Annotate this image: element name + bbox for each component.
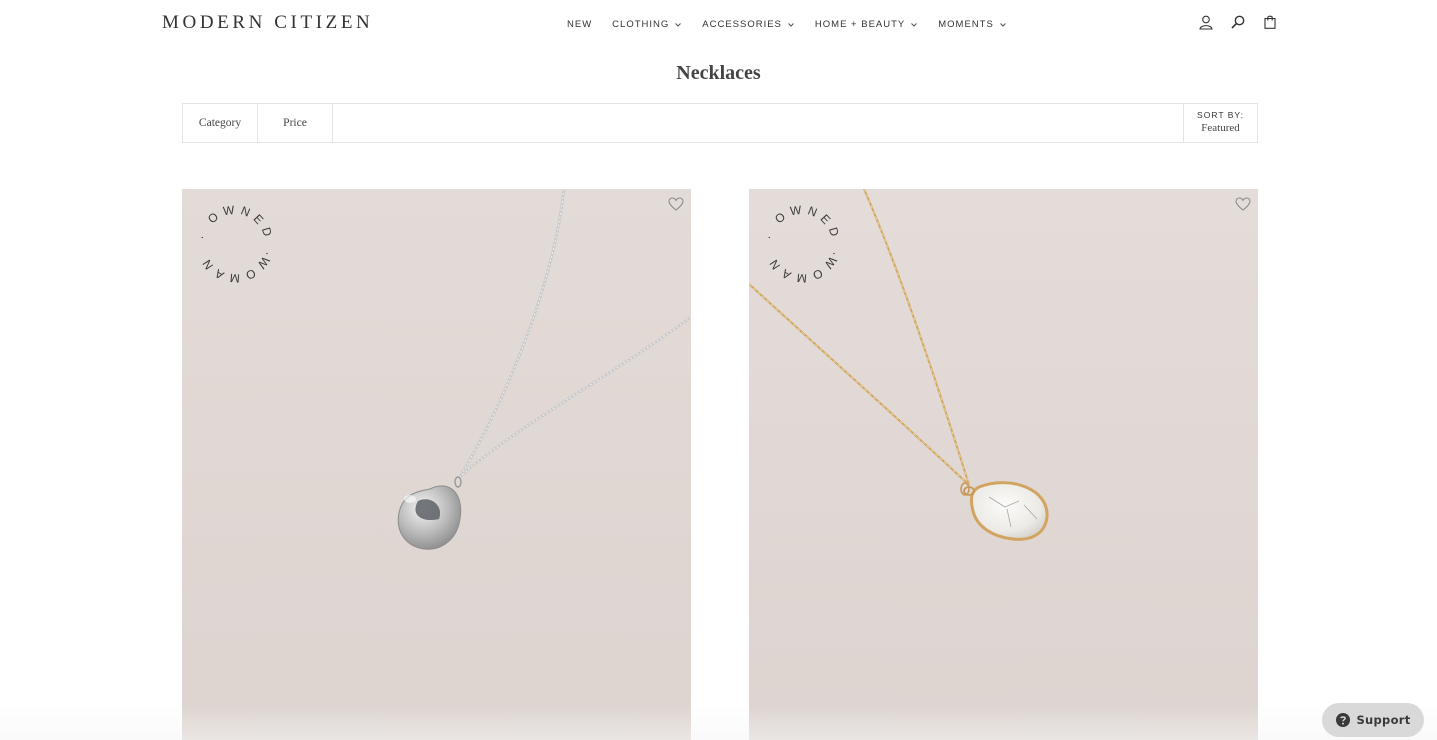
nav-item-label: NEW bbox=[567, 19, 593, 30]
heart-icon[interactable] bbox=[1235, 197, 1251, 211]
nav-item-label: ACCESSORIES bbox=[702, 19, 782, 30]
chevron-down-icon bbox=[675, 22, 682, 27]
search-icon[interactable] bbox=[1230, 14, 1246, 30]
heart-icon[interactable] bbox=[668, 197, 684, 211]
nav-item-clothing[interactable]: CLOTHING bbox=[612, 19, 682, 30]
nav-item-label: MOMENTS bbox=[938, 19, 994, 30]
svg-text:· OWNED ·: · OWNED · bbox=[194, 203, 276, 263]
chevron-down-icon bbox=[911, 22, 918, 27]
page-title: Necklaces bbox=[676, 62, 761, 84]
header-icons bbox=[1198, 14, 1294, 30]
sort-label: SORT BY: bbox=[1197, 110, 1244, 120]
question-icon bbox=[1336, 713, 1351, 727]
main-nav: NEW CLOTHING ACCESSORIES HOME + BEAUTY M… bbox=[567, 19, 1027, 30]
nav-item-new[interactable]: NEW bbox=[567, 19, 592, 30]
site-logo[interactable]: MODERN CITIZEN bbox=[162, 12, 373, 34]
woman-owned-badge: WOMAN · OWNED · bbox=[761, 203, 843, 285]
support-label: Support bbox=[1356, 713, 1411, 727]
woman-owned-badge: WOMAN · OWNED · bbox=[194, 203, 276, 285]
sort-value: Featured bbox=[1201, 122, 1240, 134]
bag-icon[interactable] bbox=[1262, 14, 1278, 30]
sort-dropdown[interactable]: SORT BY: Featured bbox=[1183, 104, 1257, 142]
filter-bar: Category Price SORT BY: Featured bbox=[182, 103, 1258, 143]
nav-item-accessories[interactable]: ACCESSORIES bbox=[702, 19, 795, 30]
chevron-down-icon bbox=[999, 22, 1006, 27]
product-card[interactable]: WOMAN · OWNED · bbox=[182, 189, 691, 740]
nav-item-moments[interactable]: MOMENTS bbox=[938, 19, 1007, 30]
support-button[interactable]: Support bbox=[1322, 703, 1424, 737]
account-icon[interactable] bbox=[1198, 14, 1214, 30]
svg-text:· OWNED ·: · OWNED · bbox=[761, 203, 843, 263]
site-header: MODERN CITIZEN NEW CLOTHING ACCESSORIES … bbox=[0, 0, 1437, 50]
nav-item-label: CLOTHING bbox=[612, 19, 670, 30]
price-filter-button[interactable]: Price bbox=[258, 104, 333, 142]
nav-item-home-beauty[interactable]: HOME + BEAUTY bbox=[815, 19, 918, 30]
product-card[interactable]: WOMAN · OWNED · bbox=[749, 189, 1258, 740]
nav-item-label: HOME + BEAUTY bbox=[814, 19, 906, 30]
category-filter-button[interactable]: Category bbox=[183, 104, 258, 142]
chevron-down-icon bbox=[788, 22, 794, 27]
